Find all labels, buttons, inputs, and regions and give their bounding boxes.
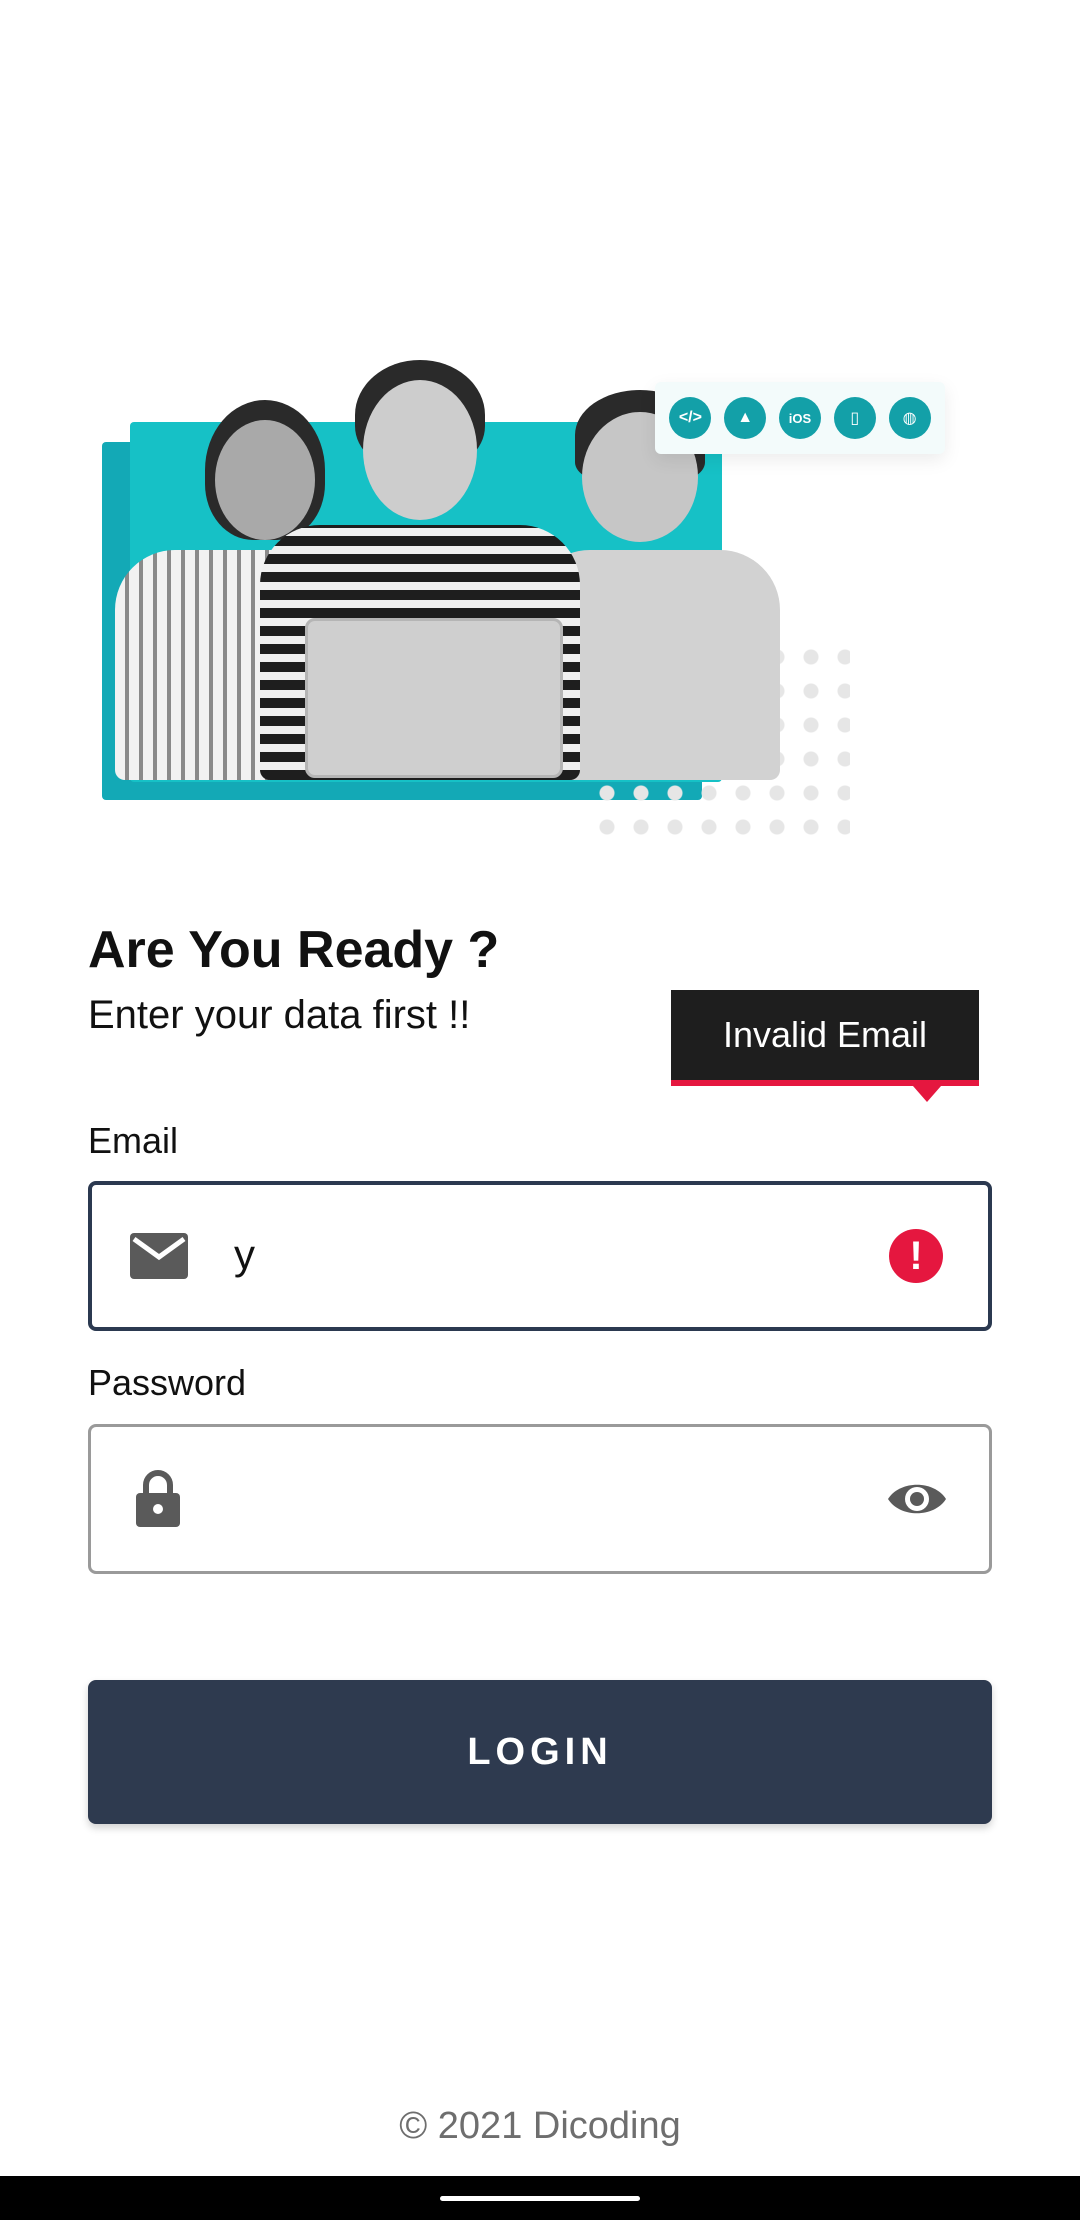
password-field[interactable]	[88, 1424, 992, 1574]
laptop	[305, 618, 563, 778]
error-tooltip: Invalid Email	[671, 990, 979, 1086]
email-label: Email	[88, 1120, 179, 1161]
error-icon: !	[884, 1224, 948, 1288]
email-field[interactable]: y !	[88, 1181, 992, 1331]
password-label: Password	[88, 1362, 247, 1403]
platform-icons-bar: </> ▲ iOS ▯ ◍	[655, 382, 945, 454]
copyright-footer: © 2021 Dicoding	[399, 2105, 681, 2147]
android-icon: ▲	[724, 397, 767, 439]
system-navigation-bar	[0, 2176, 1080, 2220]
web-icon: ◍	[888, 397, 931, 439]
visibility-toggle-eye-icon[interactable]	[885, 1467, 949, 1531]
ios-icon: iOS	[778, 397, 821, 439]
login-button[interactable]: LOGIN	[88, 1680, 992, 1824]
page-subtitle: Enter your data first !!	[88, 993, 471, 1037]
home-gesture-handle[interactable]	[440, 2196, 640, 2201]
email-input[interactable]: y	[234, 1231, 255, 1279]
hero-illustration: </> ▲ iOS ▯ ◍	[100, 360, 980, 840]
code-icon: </>	[669, 397, 712, 439]
multiplatform-icon: ▯	[833, 397, 876, 439]
lock-icon	[127, 1468, 189, 1530]
page-title: Are You Ready ?	[88, 921, 500, 979]
mail-icon	[128, 1225, 190, 1287]
tooltip-arrow	[913, 1086, 941, 1102]
